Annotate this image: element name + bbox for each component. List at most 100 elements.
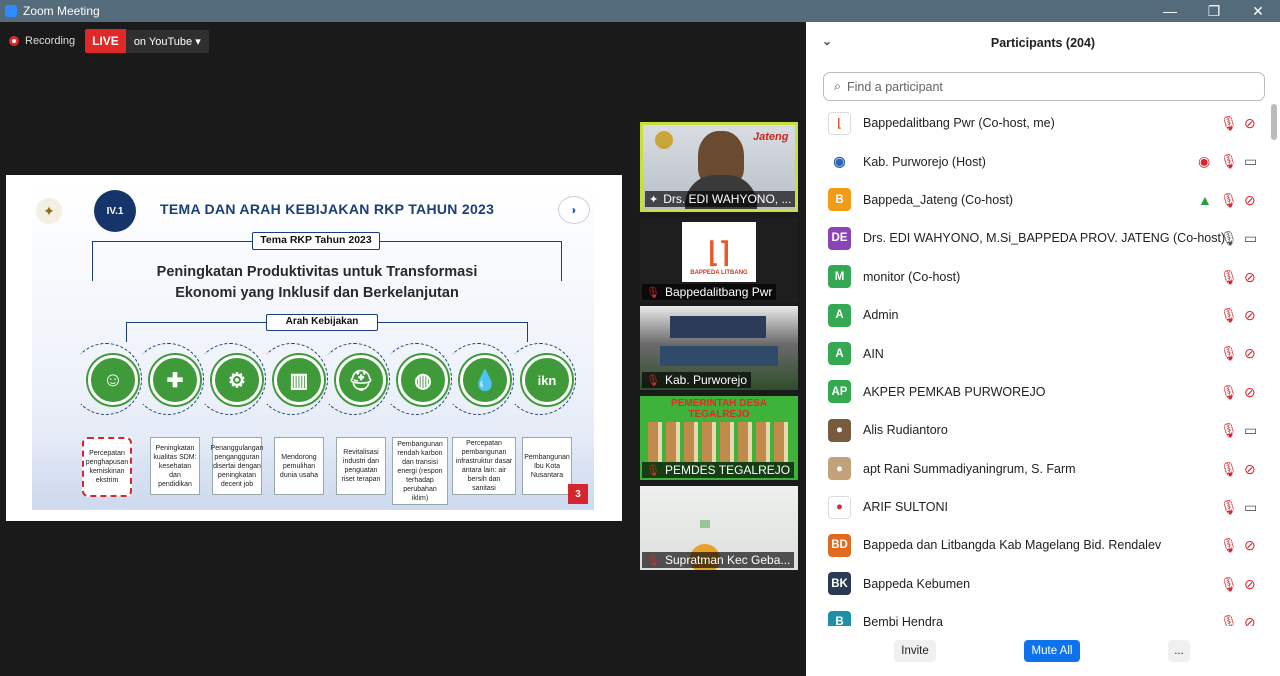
participant-row[interactable]: ● apt Rani Summadiyaningrum, S. Farm 🎙 ⊘ [806,450,1272,488]
video-off-icon[interactable]: ⊘ [1244,461,1256,478]
participant-row[interactable]: ⌊ Bappedalitbang Pwr (Co-host, me) 🎙 ⊘ [806,104,1272,142]
logo-mark-icon: ⌊⌉ [708,236,730,268]
participant-name: Bappeda_Jateng (Co-host) [863,192,1014,207]
participant-row[interactable]: ◉ Kab. Purworejo (Host) ◉ 🎙 ▭ [806,142,1272,180]
policy-item: Mendorong pemulihan dunia usaha [274,437,324,495]
video-tile[interactable]: 🎙 Supratman Kec Geba... [640,486,798,570]
more-button[interactable]: ... [1168,640,1190,662]
video-on-icon[interactable]: ▭ [1244,422,1257,439]
participant-name: Bappedalitbang Pwr (Co-host, me) [863,116,1055,131]
muted-mic-icon: 🎙 [646,464,660,477]
participant-row[interactable]: BD Bappeda dan Litbangda Kab Magelang Bi… [806,526,1272,564]
participant-name: Kab. Purworejo (Host) [863,154,986,169]
muted-mic-icon[interactable]: 🎙 [1220,384,1238,401]
participant-search-input[interactable]: ⌕ Find a participant [823,72,1265,101]
invite-button[interactable]: Invite [894,640,936,662]
participant-row[interactable]: B Bappeda_Jateng (Co-host) ▲ 🎙 ⊘ [806,181,1272,219]
livestream-platform-dropdown[interactable]: on YouTube ▾ [125,29,209,53]
participant-name: apt Rani Summadiyaningrum, S. Farm [863,461,1076,476]
mute-all-button[interactable]: Mute All [1024,640,1080,662]
muted-mic-icon[interactable]: 🎙 [1220,614,1238,626]
low-carbon-globe-icon: ◍ [398,355,448,405]
participant-avatar: AP [828,380,851,404]
muted-mic-icon[interactable]: 🎙 [1220,499,1238,516]
wall-object [700,520,710,528]
tile-name: 🎙 Kab. Purworejo [642,372,752,388]
muted-mic-icon[interactable]: 🎙 [1220,537,1238,554]
bappenas-logo-icon: ◗ [558,196,590,224]
participant-avatar: B [828,188,851,212]
screen-share-icon: ▲ [1198,191,1212,208]
participant-avatar: B [828,610,851,626]
participants-panel: ⌄ Participants (204) ⌕ Find a participan… [806,22,1280,676]
muted-mic-icon[interactable]: 🎙 [1220,422,1238,439]
video-off-icon[interactable]: ⊘ [1244,269,1256,286]
participant-row[interactable]: BK Bappeda Kebumen 🎙 ⊘ [806,565,1272,603]
participant-row[interactable]: B Bembi Hendra 🎙 ⊘ [806,603,1272,626]
participant-row[interactable]: ● ARIF SULTONI 🎙 ▭ [806,488,1272,526]
video-off-icon[interactable]: ⊘ [1244,345,1256,362]
mic-on-icon[interactable]: 🎙 [1220,230,1238,247]
close-button[interactable]: ✕ [1236,0,1280,22]
policy-item: Revitalisasi industri dan penguatan rise… [336,437,386,495]
muted-mic-icon[interactable]: 🎙 [1220,345,1238,362]
muted-mic-icon[interactable]: 🎙 [1220,269,1238,286]
participant-list-scrollbar[interactable] [1271,104,1277,140]
video-on-icon[interactable]: ▭ [1244,230,1257,247]
central-java-emblem-icon [655,131,673,149]
muted-mic-icon[interactable]: 🎙 [1220,115,1238,132]
video-tile[interactable]: PEMERINTAH DESA TEGALREJO 🎙 PEMDES TEGALR… [640,396,798,480]
policy-item: Peningkatan kualitas SDM: kesehatan dan … [150,437,200,495]
tile-name-label: Supratman Kec Geba... [664,553,791,567]
maximize-button[interactable]: ❐ [1192,0,1236,22]
slide-title: TEMA DAN ARAH KEBIJAKAN RKP TAHUN 2023 [160,201,495,217]
window-titlebar: Zoom Meeting — ❐ ✕ [0,0,1280,22]
participant-row[interactable]: ● Alis Rudiantoro 🎙 ▭ [806,411,1272,449]
recording-indicator[interactable]: Recording [9,35,75,47]
participant-row[interactable]: AP AKPER PEMKAB PURWOREJO 🎙 ⊘ [806,373,1272,411]
video-on-icon[interactable]: ▭ [1244,153,1257,170]
video-tile[interactable]: 🎙 Kab. Purworejo [640,306,798,390]
participant-name: monitor (Co-host) [863,269,961,284]
tile-name-label: Drs. EDI WAHYONO, ... [663,192,792,206]
minimize-button[interactable]: — [1148,0,1192,22]
policy-item: Pembangunan rendah karbon dan transisi e… [392,437,448,505]
participant-avatar: ● [828,457,851,481]
search-placeholder: Find a participant [847,79,943,94]
participant-name: AKPER PEMKAB PURWOREJO [863,384,1046,399]
video-off-icon[interactable]: ⊘ [1244,307,1256,324]
participant-name: Bembi Hendra [863,615,943,626]
muted-mic-icon[interactable]: 🎙 [1220,192,1238,209]
policy-item: Percepatan penghapusan kemiskinan ekstri… [82,437,132,497]
participant-row[interactable]: M monitor (Co-host) 🎙 ⊘ [806,258,1272,296]
participant-avatar: ● [828,495,851,519]
participant-row[interactable]: A AIN 🎙 ⊘ [806,334,1272,372]
video-tile[interactable]: ⌊⌉ BAPPEDA LITBANG 🎙 Bappedalitbang Pwr [640,218,798,302]
village-banner: PEMERINTAH DESA TEGALREJO [671,398,767,420]
participant-avatar: ◉ [828,150,851,174]
policy-item: Pembangunan Ibu Kota Nusantara [522,437,572,495]
video-off-icon[interactable]: ⊘ [1244,192,1256,209]
muted-mic-icon[interactable]: 🎙 [1220,576,1238,593]
participant-name: Bappeda Kebumen [863,576,971,591]
video-off-icon[interactable]: ⊘ [1244,576,1256,593]
participant-row[interactable]: A Admin 🎙 ⊘ [806,296,1272,334]
participant-avatar: ⌊ [828,111,851,135]
video-tile[interactable]: Jateng ✦ Drs. EDI WAHYONO, ... [640,122,798,212]
video-off-icon[interactable]: ⊘ [1244,384,1256,401]
policy-item: Penanggulangan pengangguran disertai den… [211,437,263,495]
participant-name: ARIF SULTONI [863,500,948,515]
video-on-icon[interactable]: ▭ [1244,499,1257,516]
video-off-icon[interactable]: ⊘ [1244,115,1256,132]
chevron-down-icon[interactable]: ⌄ [822,34,832,48]
muted-mic-icon[interactable]: 🎙 [1220,307,1238,324]
presentation-slide: ✦ IV.1 TEMA DAN ARAH KEBIJAKAN RKP TAHUN… [32,184,594,510]
muted-mic-icon[interactable]: 🎙 [1220,461,1238,478]
muted-mic-icon[interactable]: 🎙 [1220,153,1238,170]
video-off-icon[interactable]: ⊘ [1244,537,1256,554]
participant-avatar: DE [828,226,851,250]
video-off-icon[interactable]: ⊘ [1244,614,1256,626]
jateng-logo: Jateng [753,131,789,143]
muted-mic-icon: 🎙 [646,554,660,567]
participant-row[interactable]: DE Drs. EDI WAHYONO, M.Si_BAPPEDA PROV. … [806,219,1272,257]
